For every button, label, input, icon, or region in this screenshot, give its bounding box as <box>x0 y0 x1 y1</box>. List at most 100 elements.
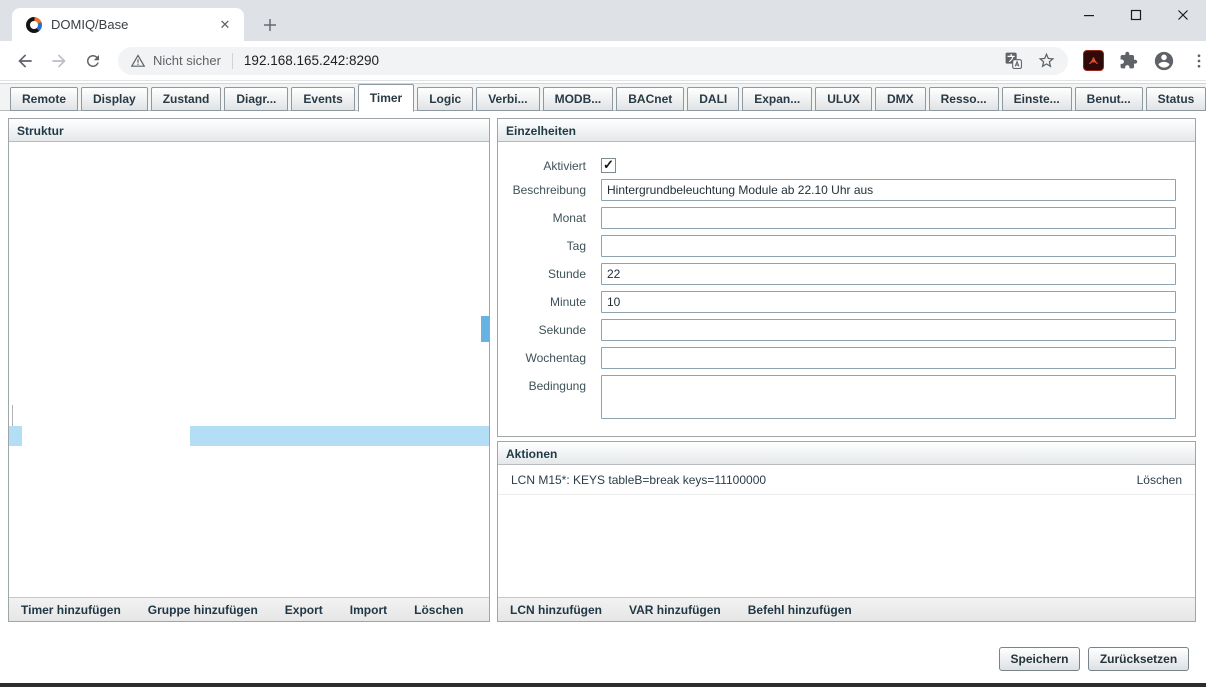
tab-benut[interactable]: Benut... <box>1075 87 1143 111</box>
maximize-button[interactable] <box>1112 0 1159 30</box>
speichern-button[interactable]: Speichern <box>999 647 1080 671</box>
add-lcn-button[interactable]: LCN hinzufügen <box>510 603 602 617</box>
minimize-icon <box>1083 9 1095 21</box>
struktur-tree[interactable] <box>9 142 489 597</box>
form-row-aktiviert: Aktiviert ✓ <box>498 155 1176 173</box>
struktur-toolbar: Timer hinzufügen Gruppe hinzufügen Export I… <box>9 597 489 621</box>
form-row-minute: Minute <box>498 291 1176 313</box>
form-row-stunde: Stunde <box>498 263 1176 285</box>
bedingung-label: Bedingung <box>498 375 586 393</box>
add-timer-button[interactable]: Timer hinzufügen <box>21 603 121 617</box>
window-controls <box>1065 0 1206 30</box>
tab-remote[interactable]: Remote <box>10 87 78 111</box>
form-row-bedingung: Bedingung <box>498 375 1176 419</box>
domiq-app-page: RemoteDisplayZustandDiagr...EventsTimerL… <box>0 81 1206 687</box>
tab-ulux[interactable]: ULUX <box>815 87 872 111</box>
translate-icon[interactable] <box>1004 51 1023 70</box>
tab-dmx[interactable]: DMX <box>875 87 926 111</box>
tab-bacnet[interactable]: BACnet <box>616 87 684 111</box>
timer-details-form: Aktiviert ✓ Beschreibung Monat Tag Stunde Minu… <box>498 142 1195 419</box>
minimize-button[interactable] <box>1065 0 1112 30</box>
tag-input[interactable] <box>601 235 1176 257</box>
stunde-label: Stunde <box>498 263 586 281</box>
close-button[interactable] <box>1159 0 1206 30</box>
action-row[interactable]: LCN M15*: KEYS tableB=break keys=1110000… <box>498 465 1195 495</box>
address-bar[interactable]: Nicht sicher 192.168.165.242:8290 <box>118 47 1068 75</box>
tab-close-icon[interactable]: ✕ <box>216 16 234 34</box>
sekunde-input[interactable] <box>601 319 1176 341</box>
new-tab-button[interactable] <box>256 11 284 39</box>
export-button[interactable]: Export <box>285 603 323 617</box>
minute-label: Minute <box>498 291 586 309</box>
einzelheiten-panel: Einzelheiten Aktiviert ✓ Beschreibung Monat… <box>497 118 1196 437</box>
reload-icon <box>84 52 102 70</box>
tab-diagr[interactable]: Diagr... <box>224 87 288 111</box>
struktur-panel: Struktur Timer hinzufügenGruppe hinzufüg… <box>8 118 490 622</box>
browser-tab[interactable]: DOMIQ/Base ✕ <box>12 8 244 41</box>
not-secure-warning-icon <box>130 53 146 69</box>
tab-logic[interactable]: Logic <box>417 87 473 111</box>
aktionen-panel-title: Aktionen <box>498 442 1195 465</box>
tag-label: Tag <box>498 235 586 253</box>
omnibox-divider <box>232 53 233 69</box>
tree-scrollbar-thumb[interactable] <box>481 316 489 342</box>
tab-modb[interactable]: MODB... <box>543 87 614 111</box>
tab-dali[interactable]: DALI <box>687 87 739 111</box>
action-delete-link[interactable]: Löschen <box>1137 473 1182 487</box>
beschreibung-label: Beschreibung <box>498 179 586 197</box>
tab-display[interactable]: Display <box>81 87 148 111</box>
bedingung-textarea[interactable] <box>601 375 1176 419</box>
tree-connector-line <box>12 405 13 426</box>
profile-avatar-icon[interactable] <box>1153 50 1175 72</box>
zuruecksetzen-button[interactable]: Zurücksetzen <box>1088 647 1189 671</box>
minute-input[interactable] <box>601 291 1176 313</box>
back-button[interactable] <box>10 46 40 76</box>
security-label[interactable]: Nicht sicher <box>153 53 221 68</box>
stunde-input[interactable] <box>601 263 1176 285</box>
extensions-puzzle-icon[interactable] <box>1119 51 1138 70</box>
beschreibung-input[interactable] <box>601 179 1176 201</box>
browser-tab-strip: DOMIQ/Base ✕ <box>0 0 1206 41</box>
form-row-sekunde: Sekunde <box>498 319 1176 341</box>
browser-tab-title: DOMIQ/Base <box>51 17 216 32</box>
import-button[interactable]: Import <box>350 603 387 617</box>
add-group-button[interactable]: Gruppe hinzufügen <box>148 603 258 617</box>
adobe-acrobat-extension-icon[interactable] <box>1083 50 1104 71</box>
tab-zustand[interactable]: Zustand <box>151 87 222 111</box>
tab-resso[interactable]: Resso... <box>929 87 999 111</box>
url-text[interactable]: 192.168.165.242:8290 <box>244 53 379 68</box>
browser-toolbar: Nicht sicher 192.168.165.242:8290 <box>0 41 1206 81</box>
action-command-text: LCN M15*: KEYS tableB=break keys=1110000… <box>511 473 766 487</box>
form-row-beschreibung: Beschreibung <box>498 179 1176 201</box>
domiq-favicon <box>26 17 42 33</box>
aktiviert-checkbox[interactable]: ✓ <box>601 158 616 173</box>
tab-verbi[interactable]: Verbi... <box>476 87 539 111</box>
tree-selected-node-expander[interactable] <box>9 426 22 446</box>
add-befehl-button[interactable]: Befehl hinzufügen <box>748 603 852 617</box>
browser-menu-kebab-icon[interactable] <box>1190 52 1206 70</box>
form-row-tag: Tag <box>498 235 1176 257</box>
wochentag-input[interactable] <box>601 347 1176 369</box>
wochentag-label: Wochentag <box>498 347 586 365</box>
reload-button[interactable] <box>78 46 108 76</box>
forward-button[interactable] <box>44 46 74 76</box>
window-bottom-edge <box>0 683 1206 687</box>
maximize-icon <box>1130 9 1142 21</box>
app-tab-bar: RemoteDisplayZustandDiagr...EventsTimerL… <box>0 83 1206 111</box>
plus-icon <box>263 18 277 32</box>
tab-events[interactable]: Events <box>291 87 354 111</box>
bookmark-star-icon[interactable] <box>1037 51 1056 70</box>
tab-einste[interactable]: Einste... <box>1002 87 1072 111</box>
tree-selected-row-highlight[interactable] <box>190 426 489 446</box>
aktiviert-label: Aktiviert <box>498 155 586 173</box>
delete-button[interactable]: Löschen <box>414 603 463 617</box>
tab-expan[interactable]: Expan... <box>742 87 812 111</box>
tab-timer[interactable]: Timer <box>358 84 414 112</box>
monat-input[interactable] <box>601 207 1176 229</box>
einzelheiten-panel-title: Einzelheiten <box>498 119 1195 142</box>
form-row-monat: Monat <box>498 207 1176 229</box>
forward-icon <box>49 51 69 71</box>
tab-status[interactable]: Status <box>1146 87 1206 111</box>
add-var-button[interactable]: VAR hinzufügen <box>629 603 721 617</box>
back-icon <box>15 51 35 71</box>
